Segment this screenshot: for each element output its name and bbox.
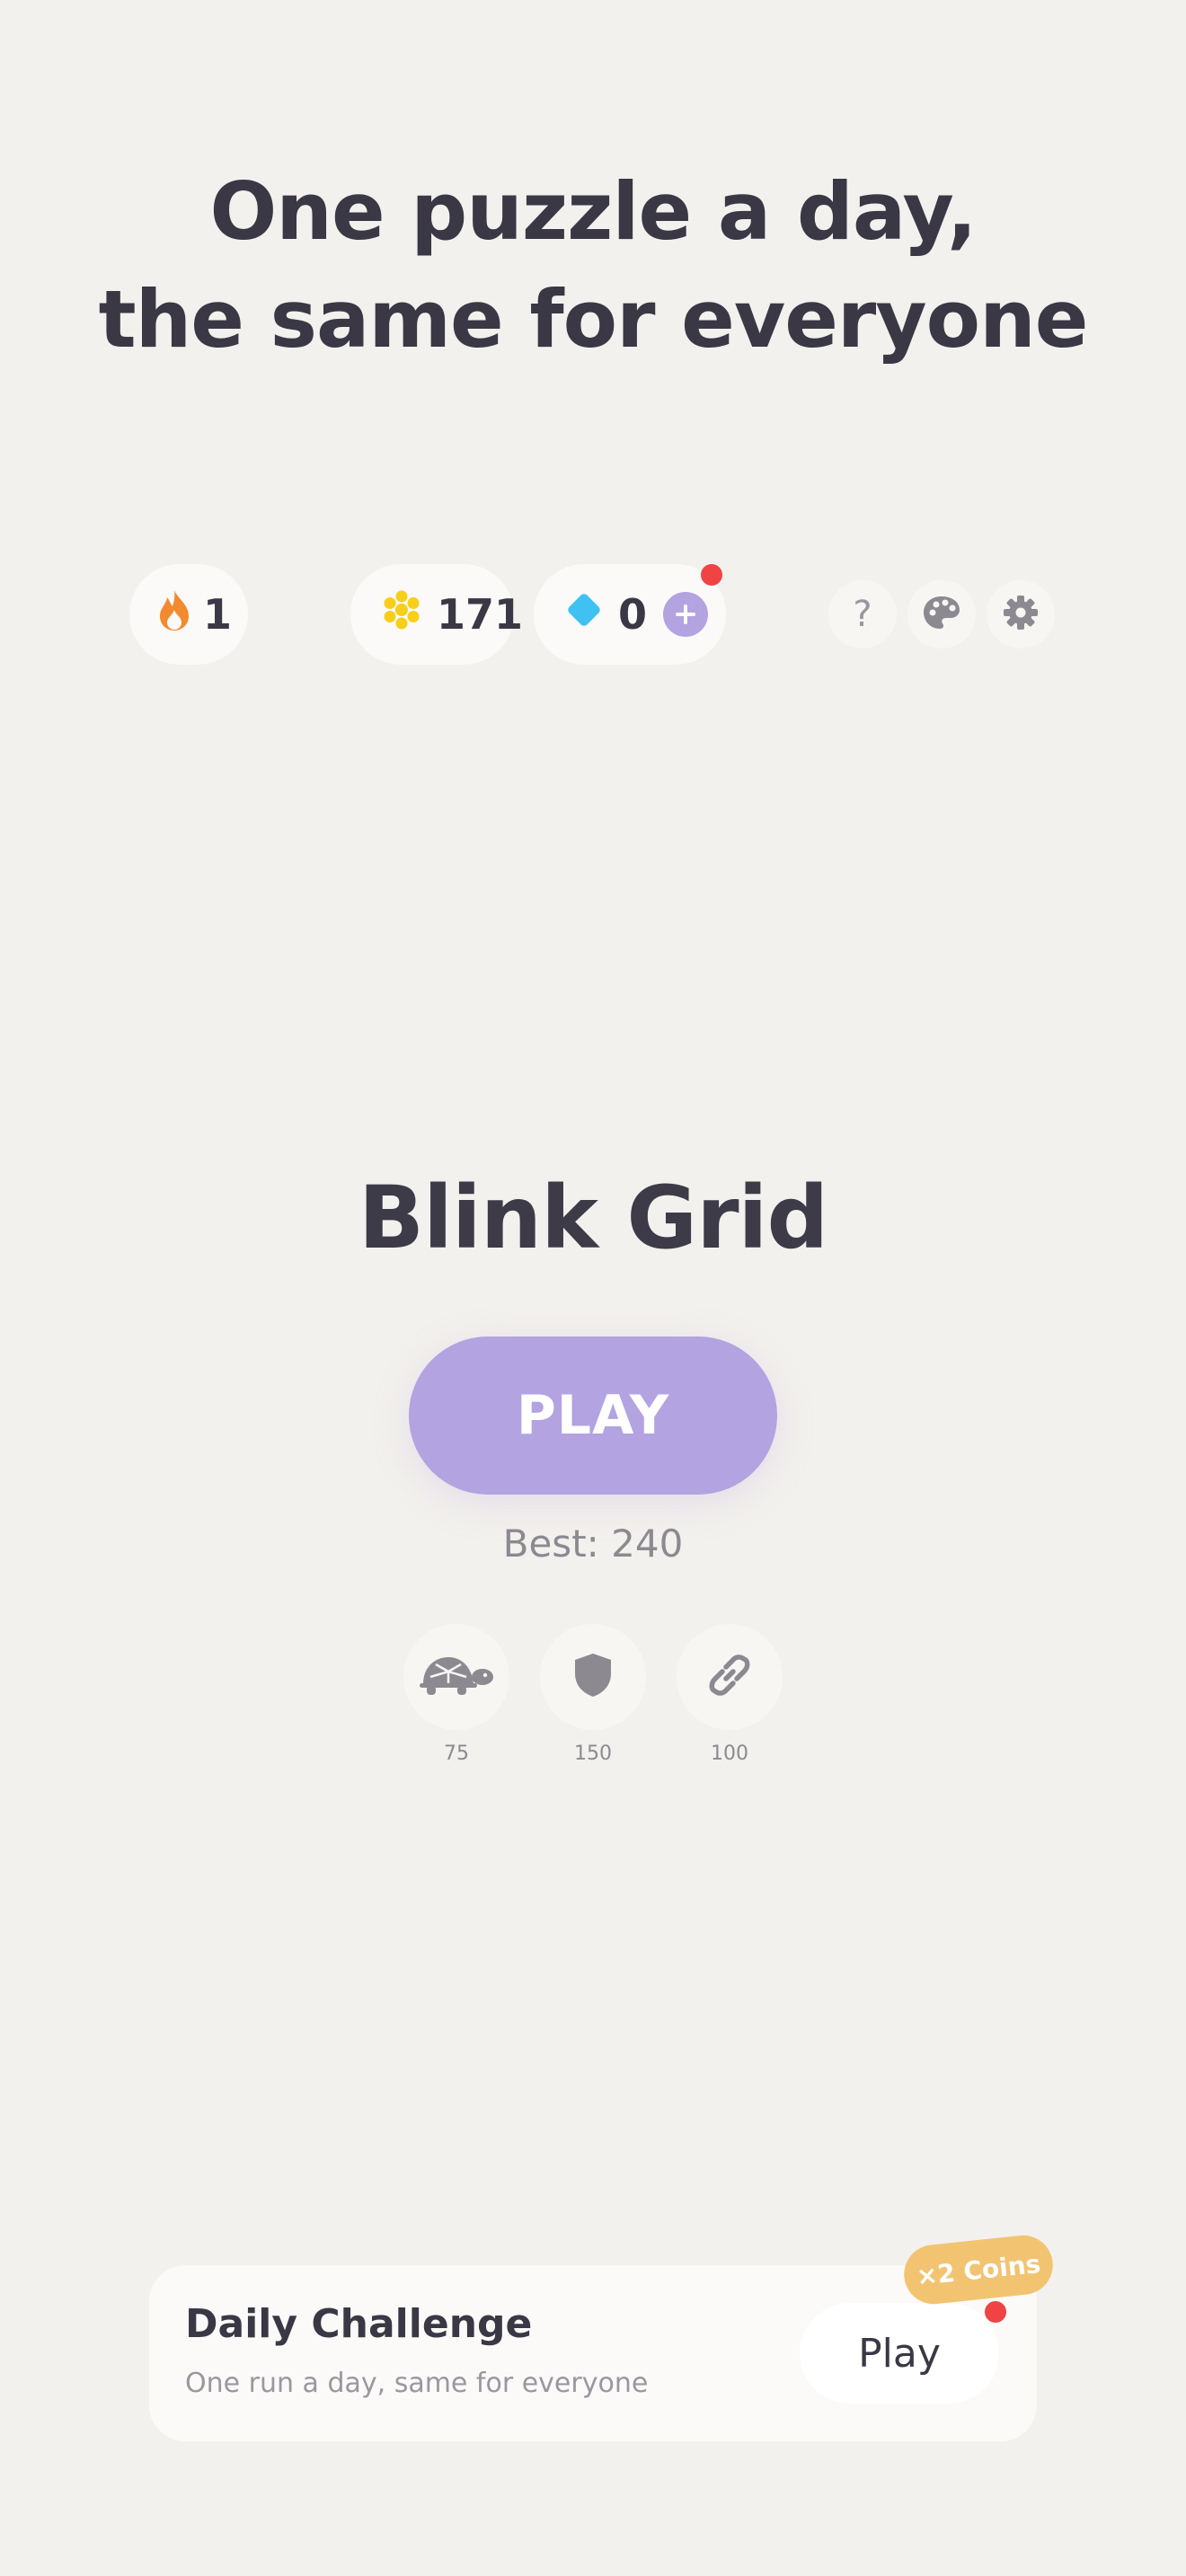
plus-icon [676,604,696,624]
flame-icon [156,588,192,641]
daily-challenge-title: Daily Challenge [185,2301,533,2347]
theme-button[interactable] [907,580,976,648]
powerup-shield-count: 150 [574,1742,612,1765]
game-title: Blink Grid [358,1168,828,1268]
best-score: Best: 240 [502,1522,684,1566]
powerup-slow[interactable]: 75 [403,1624,509,1765]
powerup-slow-count: 75 [444,1742,469,1765]
streak-count: 1 [203,590,233,639]
daily-challenge-play-button[interactable]: Play [800,2301,1006,2404]
powerup-link-count: 100 [711,1742,748,1765]
gems-counter[interactable]: 0 [534,564,726,665]
headline-line-1: One puzzle a day, [209,165,978,258]
daily-challenge-subtitle: One run a day, same for everyone [185,2368,649,2399]
home-screen: One puzzle a day, the same for everyone … [0,0,1186,2576]
streak-counter[interactable]: 1 [129,564,248,665]
play-button[interactable]: PLAY [409,1337,777,1495]
coins-counter[interactable]: 171 [350,564,523,665]
coin-cluster-icon [381,589,422,640]
add-gems-button[interactable] [663,592,709,637]
gems-count: 0 [618,590,648,639]
gems-notification-dot [701,564,722,586]
palette-icon [922,595,961,634]
powerup-shield[interactable]: 150 [540,1624,646,1765]
settings-button[interactable] [987,580,1055,648]
gear-icon [1003,595,1039,634]
powerup-link[interactable]: 100 [677,1624,783,1765]
daily-challenge-card: Daily Challenge One run a day, same for … [149,2265,1037,2441]
powerup-link-button[interactable] [677,1624,783,1730]
link-icon [704,1650,755,1704]
question-icon: ? [853,594,872,635]
shield-icon [573,1652,613,1702]
coins-count: 171 [437,590,524,639]
powerup-slow-button[interactable] [403,1624,509,1730]
turtle-icon [418,1654,495,1700]
headline: One puzzle a day, the same for everyone [0,158,1186,374]
diamond-icon [562,588,606,641]
headline-line-2: the same for everyone [98,273,1089,366]
daily-challenge-play-label: Play [858,2330,941,2377]
daily-challenge-notification-dot [985,2301,1006,2323]
powerup-shield-button[interactable] [540,1624,646,1730]
help-button[interactable]: ? [828,580,897,648]
